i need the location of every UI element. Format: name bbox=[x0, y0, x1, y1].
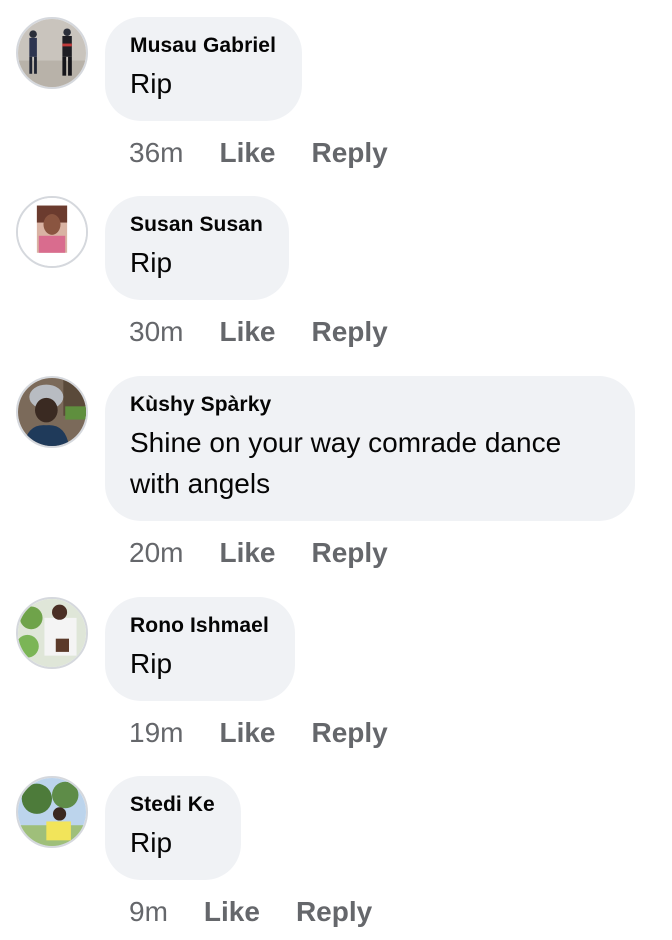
reply-button[interactable]: Reply bbox=[296, 896, 372, 928]
comment-author[interactable]: Kùshy Spàrky bbox=[130, 392, 609, 418]
comment-text: Rip bbox=[130, 648, 173, 679]
comment-author[interactable]: Rono Ishmael bbox=[130, 613, 269, 639]
comment-actions: 9m Like Reply bbox=[129, 892, 372, 932]
comment-timestamp[interactable]: 36m bbox=[129, 137, 183, 169]
like-button[interactable]: Like bbox=[219, 316, 275, 348]
reply-button[interactable]: Reply bbox=[312, 316, 388, 348]
comment-bubble: Susan Susan Rip bbox=[105, 196, 289, 300]
avatar-two-people-walking-icon bbox=[18, 19, 86, 87]
avatar[interactable] bbox=[16, 776, 88, 848]
comment-bubble: Kùshy Spàrky Shine on your way comrade d… bbox=[105, 376, 635, 521]
comment-actions: 20m Like Reply bbox=[129, 533, 388, 573]
comment-text: Rip bbox=[130, 68, 173, 99]
like-button[interactable]: Like bbox=[219, 537, 275, 569]
comment-bubble: Musau Gabriel Rip bbox=[105, 17, 303, 121]
avatar[interactable] bbox=[16, 17, 88, 89]
reply-button[interactable]: Reply bbox=[312, 537, 388, 569]
avatar-person-under-tree-icon bbox=[18, 778, 86, 846]
comment-timestamp[interactable]: 19m bbox=[129, 717, 183, 749]
comment-actions: 36m Like Reply bbox=[129, 133, 388, 173]
comment-timestamp[interactable]: 9m bbox=[129, 896, 168, 928]
comment-bubble: Rono Ishmael Rip bbox=[105, 597, 295, 701]
comment-author[interactable]: Susan Susan bbox=[130, 212, 263, 238]
avatar[interactable] bbox=[16, 597, 88, 669]
comment-actions: 30m Like Reply bbox=[129, 312, 388, 352]
comment-bubble: Stedi Ke Rip bbox=[105, 776, 241, 880]
comment-actions: 19m Like Reply bbox=[129, 713, 388, 753]
like-button[interactable]: Like bbox=[204, 896, 260, 928]
comment-author[interactable]: Stedi Ke bbox=[130, 792, 215, 818]
avatar-woman-portrait-icon bbox=[18, 198, 86, 266]
avatar-man-outdoors-icon bbox=[18, 599, 86, 667]
comment-timestamp[interactable]: 30m bbox=[129, 316, 183, 348]
avatar[interactable] bbox=[16, 376, 88, 448]
comment-text: Shine on your way comrade dance with ang… bbox=[130, 427, 562, 499]
like-button[interactable]: Like bbox=[219, 137, 275, 169]
reply-button[interactable]: Reply bbox=[312, 137, 388, 169]
comment-text: Rip bbox=[130, 247, 173, 278]
avatar[interactable] bbox=[16, 196, 88, 268]
comment-author[interactable]: Musau Gabriel bbox=[130, 33, 276, 59]
comment-timestamp[interactable]: 20m bbox=[129, 537, 183, 569]
comment-text: Rip bbox=[130, 827, 173, 858]
like-button[interactable]: Like bbox=[219, 717, 275, 749]
avatar-person-in-beanie-icon bbox=[18, 378, 86, 446]
reply-button[interactable]: Reply bbox=[312, 717, 388, 749]
